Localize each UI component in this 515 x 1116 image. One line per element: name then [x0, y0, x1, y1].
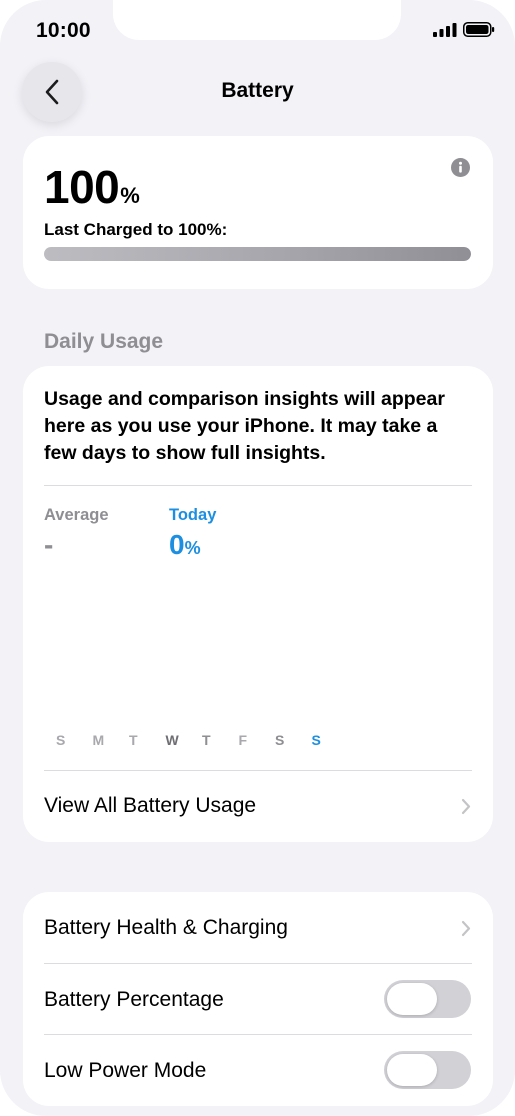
usage-insights-message: Usage and comparison insights will appea… [44, 388, 445, 464]
battery-level-unit: % [120, 183, 140, 208]
chevron-right-icon [461, 798, 471, 815]
view-all-battery-usage-label: View All Battery Usage [44, 794, 257, 817]
view-all-battery-usage-row[interactable]: View All Battery Usage [23, 771, 493, 842]
day-label: T [129, 732, 138, 748]
daily-usage-card: Usage and comparison insights will appea… [23, 366, 493, 842]
low-power-mode-label: Low Power Mode [44, 1059, 207, 1082]
battery-percentage-row: Battery Percentage [23, 964, 493, 1034]
battery-percentage-toggle[interactable] [384, 980, 471, 1018]
battery-level-number: 100 [44, 161, 120, 213]
day-label-today: S [311, 732, 321, 748]
today-value-number: 0 [169, 529, 185, 560]
battery-level-card: 100% Last Charged to 100%: [23, 136, 493, 289]
low-power-mode-row: Low Power Mode [23, 1035, 493, 1106]
charge-level-fill [44, 247, 471, 261]
status-icons [433, 22, 495, 37]
today-label: Today [169, 506, 217, 524]
charge-level-bar [44, 247, 471, 261]
page-title: Battery [221, 79, 294, 102]
battery-health-row[interactable]: Battery Health & Charging [23, 892, 493, 963]
average-value: - [44, 529, 54, 560]
day-label: S [56, 732, 66, 748]
daily-usage-header: Daily Usage [44, 330, 164, 353]
status-time: 10:00 [36, 19, 91, 42]
battery-status-icon [463, 22, 495, 37]
battery-percentage-label: Battery Percentage [44, 988, 224, 1011]
day-label: F [238, 732, 248, 748]
average-label: Average [44, 506, 109, 524]
day-label: S [275, 732, 285, 748]
weekday-axis: S M T W T F S S [56, 732, 348, 748]
battery-level-value: 100% [44, 160, 140, 214]
low-power-mode-toggle[interactable] [384, 1051, 471, 1089]
day-label: T [202, 732, 211, 748]
dynamic-island-notch [113, 0, 401, 40]
divider [44, 485, 472, 486]
phone-screen: 10:00 Battery 100% Last Charged to 100%: [0, 0, 515, 1116]
cellular-signal-icon [433, 22, 457, 37]
battery-health-label: Battery Health & Charging [44, 916, 288, 939]
today-value-unit: % [184, 538, 201, 558]
last-charged-label: Last Charged to 100%: [44, 220, 228, 239]
today-value: 0% [169, 529, 201, 561]
toggle-knob [387, 983, 437, 1015]
info-icon[interactable] [451, 158, 470, 177]
day-label: M [92, 732, 105, 748]
day-label: W [165, 732, 179, 748]
toggle-knob [387, 1054, 437, 1086]
battery-settings-card: Battery Health & Charging Battery Percen… [23, 892, 493, 1106]
chevron-right-icon [461, 920, 471, 937]
